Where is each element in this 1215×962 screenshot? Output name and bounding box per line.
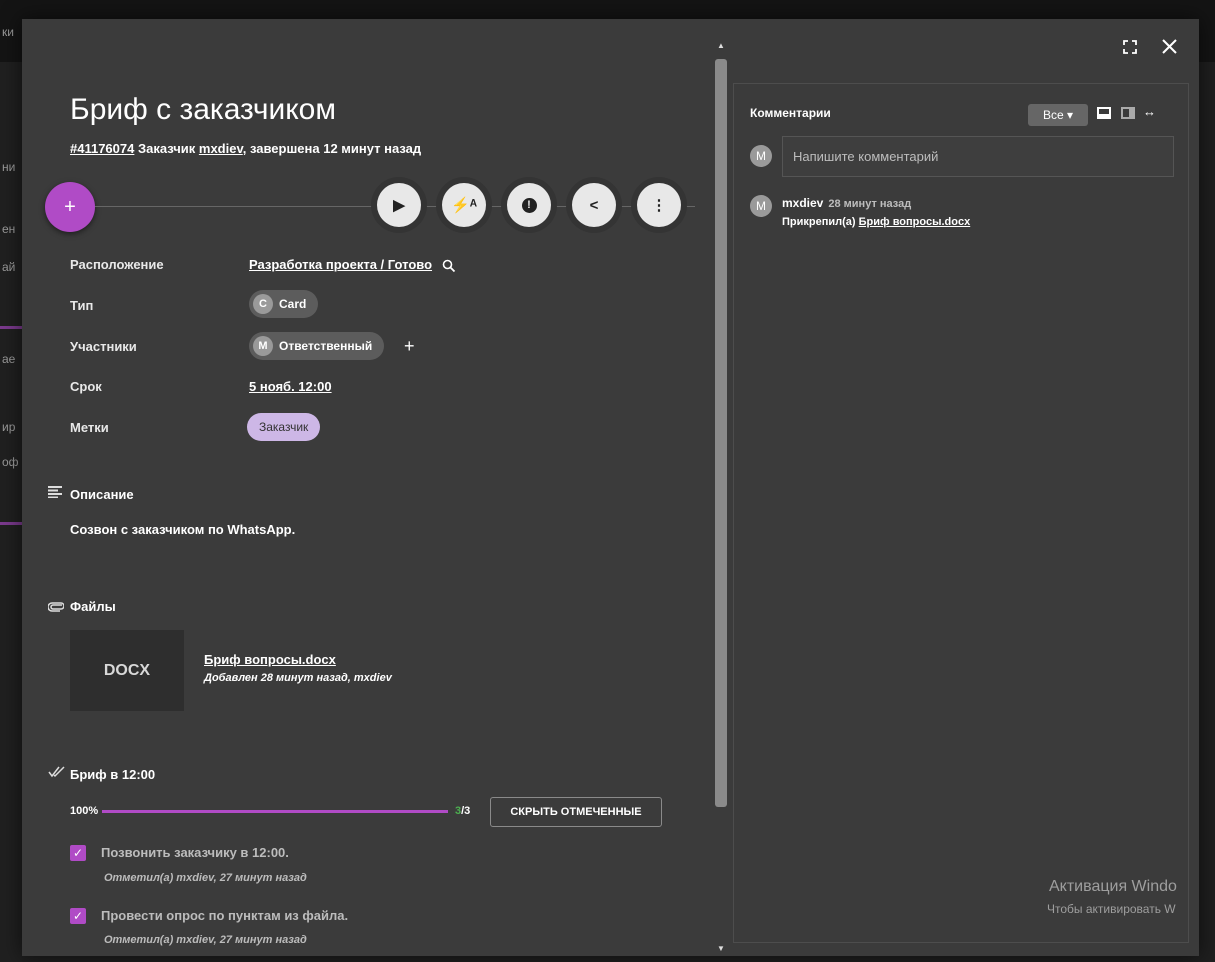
layout-bottom-icon[interactable] xyxy=(1097,107,1111,119)
alert-button[interactable]: ! xyxy=(507,183,551,227)
checklist-percent: 100% xyxy=(70,805,99,817)
notes-icon xyxy=(48,485,62,502)
member-avatar: M xyxy=(253,336,273,356)
details-scrollbar[interactable]: ▲ ▼ xyxy=(715,41,727,956)
tag-chip[interactable]: Заказчик xyxy=(247,413,321,441)
alert-icon: ! xyxy=(521,197,537,213)
scroll-down-arrow[interactable]: ▼ xyxy=(715,944,727,956)
add-member-button[interactable]: + xyxy=(404,336,415,357)
subtitle-prefix: Заказчик xyxy=(137,141,196,156)
type-chip[interactable]: C Card xyxy=(249,290,319,318)
subtitle-suffix: , завершена 12 минут назад xyxy=(242,141,422,156)
files-title: Файлы xyxy=(70,599,116,614)
comments-title: Комментарии xyxy=(750,106,831,120)
expand-width-icon[interactable]: ↔ xyxy=(1143,104,1157,119)
checklist-progress-bar xyxy=(102,810,448,813)
file-link[interactable]: Бриф вопросы.docx xyxy=(204,652,336,667)
paperclip-icon xyxy=(47,599,65,616)
comment-time: 28 минут назад xyxy=(828,198,912,210)
checklist-checkbox[interactable]: ✓ xyxy=(70,908,86,924)
comment-header: mxdiev 28 минут назад xyxy=(782,196,911,210)
member-chip[interactable]: M Ответственный xyxy=(249,332,385,360)
checklist-checkbox[interactable]: ✓ xyxy=(70,845,86,861)
card-id-link[interactable]: #41176074 xyxy=(70,141,134,156)
checklist-count: 3/3 xyxy=(455,805,470,817)
checklist-progress-fill xyxy=(102,810,448,813)
members-label: Участники xyxy=(70,339,137,354)
description-title: Описание xyxy=(70,487,134,502)
fullscreen-icon[interactable] xyxy=(1123,38,1137,59)
checklist-title: Бриф в 12:00 xyxy=(70,767,156,782)
type-value: Card xyxy=(279,297,307,311)
author-link[interactable]: mxdiev xyxy=(199,141,243,156)
comment-author[interactable]: mxdiev xyxy=(782,196,823,210)
checklist-item-text[interactable]: Провести опрос по пунктам из файла. xyxy=(101,908,348,923)
background-text: ае xyxy=(2,352,16,366)
checklist-item-text[interactable]: Позвонить заказчику в 12:00. xyxy=(101,845,289,860)
checklist-item-meta: Отметил(а) mxdiev, 27 минут назад xyxy=(104,934,307,946)
share-button[interactable]: < xyxy=(572,183,616,227)
add-button[interactable]: + xyxy=(45,182,95,232)
background-text: оф xyxy=(2,455,19,469)
background-app-sidebar xyxy=(0,62,22,962)
card-title[interactable]: Бриф с заказчиком xyxy=(70,93,336,127)
double-check-icon xyxy=(48,765,66,782)
background-accent-bar xyxy=(0,522,22,525)
layout-side-icon[interactable] xyxy=(1121,107,1135,119)
file-meta: Добавлен 28 минут назад, mxdiev xyxy=(204,672,392,684)
hide-checked-button[interactable]: СКРЫТЬ ОТМЕЧЕННЫЕ xyxy=(490,797,662,827)
tags-label: Метки xyxy=(70,420,109,435)
checklist-total-count: /3 xyxy=(461,805,471,817)
type-label: Тип xyxy=(70,298,94,313)
more-button[interactable]: ⋮ xyxy=(637,183,681,227)
deadline-label: Срок xyxy=(70,379,102,394)
share-icon: < xyxy=(589,196,599,214)
location-label: Расположение xyxy=(70,257,164,272)
flash-icon: ⚡ᴬ xyxy=(451,197,477,214)
member-value: Ответственный xyxy=(279,339,373,353)
more-icon: ⋮ xyxy=(651,197,667,214)
type-avatar: C xyxy=(253,294,273,314)
comments-panel: Комментарии Все ▾ ↔ M M mxdiev 28 минут н… xyxy=(733,83,1189,943)
card-modal: Бриф с заказчиком #41176074 Заказчик mxd… xyxy=(22,19,1199,956)
comment-input[interactable] xyxy=(782,136,1174,177)
card-details-panel: Бриф с заказчиком #41176074 Заказчик mxd… xyxy=(22,19,712,956)
scroll-thumb[interactable] xyxy=(715,59,727,807)
background-accent-bar xyxy=(0,326,22,329)
close-icon[interactable] xyxy=(1162,38,1177,59)
background-text: ни xyxy=(2,160,16,174)
comments-filter-dropdown[interactable]: Все ▾ xyxy=(1028,104,1088,126)
background-text: ен xyxy=(2,222,16,236)
background-text: ки xyxy=(2,25,14,39)
activation-watermark-text: Чтобы активировать W xyxy=(1047,902,1176,916)
play-icon: ▶ xyxy=(393,197,405,214)
search-icon[interactable] xyxy=(442,259,456,273)
location-field: Разработка проекта / Готово xyxy=(249,257,456,273)
automation-button[interactable]: ⚡ᴬ xyxy=(442,183,486,227)
avatar: M xyxy=(750,195,772,217)
card-subtitle: #41176074 Заказчик mxdiev, завершена 12 … xyxy=(70,141,421,156)
comment-text-prefix: Прикрепил(а) xyxy=(782,216,859,228)
background-text: ир xyxy=(2,420,16,434)
deadline-link[interactable]: 5 нояб. 12:00 xyxy=(249,379,332,394)
scroll-up-arrow[interactable]: ▲ xyxy=(715,41,727,53)
avatar: M xyxy=(750,145,772,167)
comment-text: Прикрепил(а) Бриф вопросы.docx xyxy=(782,216,970,228)
file-thumbnail[interactable]: DOCX xyxy=(70,630,184,711)
checklist-item-meta: Отметил(а) mxdiev, 27 минут назад xyxy=(104,872,307,884)
play-button[interactable]: ▶ xyxy=(377,183,421,227)
activation-watermark-title: Активация Windo xyxy=(1049,878,1177,895)
comment-file-link[interactable]: Бриф вопросы.docx xyxy=(859,216,971,228)
location-link[interactable]: Разработка проекта / Готово xyxy=(249,257,432,272)
background-text: ай xyxy=(2,260,16,274)
description-text[interactable]: Созвон с заказчиком по WhatsApp. xyxy=(70,522,295,537)
